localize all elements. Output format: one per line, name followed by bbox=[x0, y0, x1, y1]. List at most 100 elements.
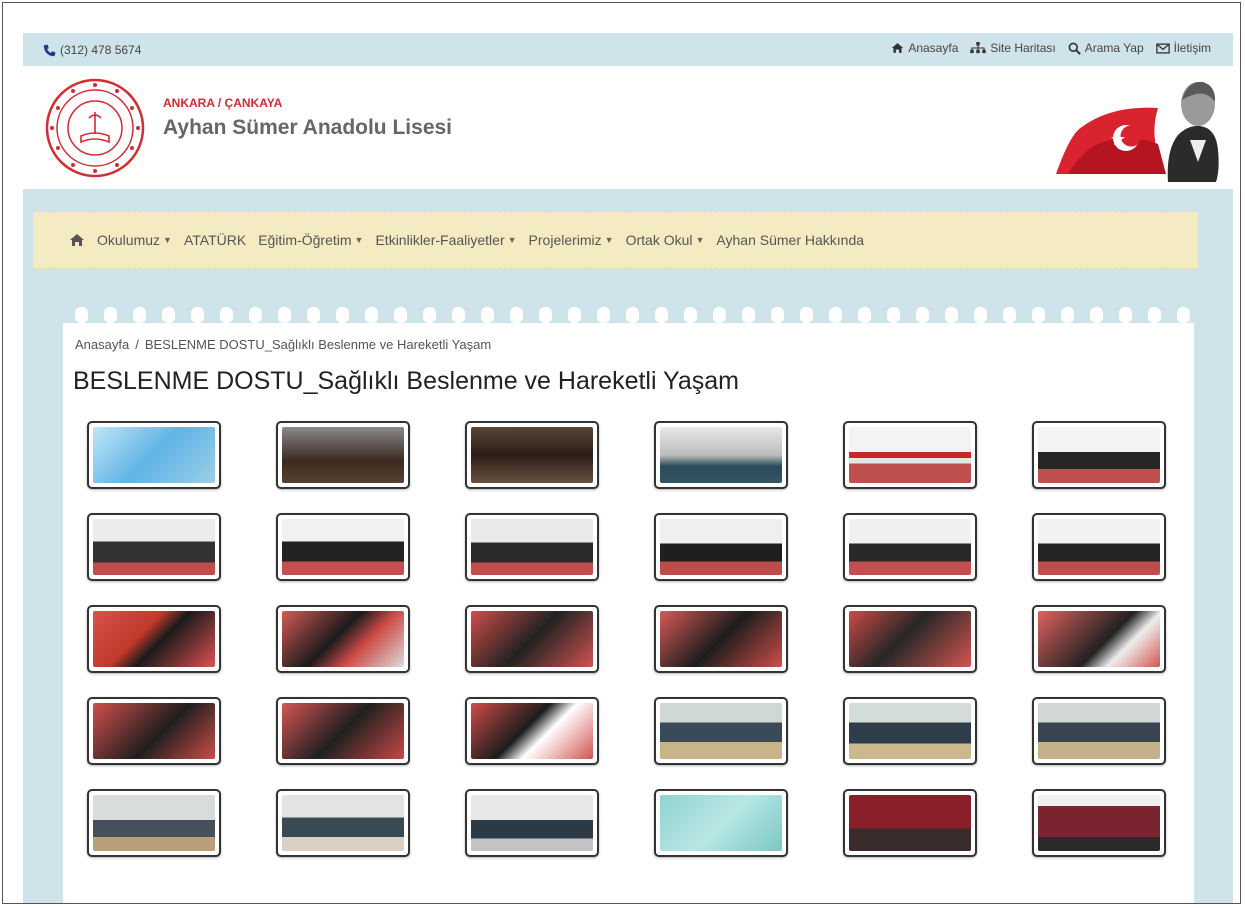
gallery-photo bbox=[1038, 795, 1160, 851]
gallery-thumbnail[interactable] bbox=[276, 789, 410, 857]
phone-number: (312) 478 5674 bbox=[60, 43, 142, 57]
gallery-photo bbox=[282, 795, 404, 851]
nav-item-label: Ortak Okul bbox=[625, 232, 693, 248]
gallery-thumbnail[interactable] bbox=[654, 789, 788, 857]
gallery-thumbnail[interactable] bbox=[87, 513, 221, 581]
gallery-photo bbox=[471, 427, 593, 483]
gallery-thumbnail[interactable] bbox=[87, 697, 221, 765]
top-link-label: Arama Yap bbox=[1084, 41, 1144, 55]
caret-down-icon: ▼ bbox=[604, 235, 614, 245]
nav-items: Okulumuz ▼ ATATÜRK Eğitim-Öğretim ▼ Etki… bbox=[69, 232, 864, 248]
breadcrumb-separator: / bbox=[135, 337, 139, 352]
gallery-photo bbox=[471, 611, 593, 667]
gallery-photo bbox=[282, 703, 404, 759]
gallery-thumbnail[interactable] bbox=[276, 513, 410, 581]
gallery-photo bbox=[1038, 519, 1160, 575]
gallery-photo bbox=[660, 703, 782, 759]
main-nav: Okulumuz ▼ ATATÜRK Eğitim-Öğretim ▼ Etki… bbox=[33, 211, 1198, 269]
gallery-photo bbox=[660, 795, 782, 851]
nav-item-ortak-okul[interactable]: Ortak Okul ▼ bbox=[626, 232, 705, 248]
gallery-thumbnail[interactable] bbox=[276, 697, 410, 765]
meb-logo[interactable] bbox=[45, 78, 145, 178]
notebook-holes-edge bbox=[63, 301, 1194, 323]
top-link-label: İletişim bbox=[1173, 41, 1211, 55]
caret-down-icon: ▼ bbox=[163, 235, 172, 245]
school-city: ANKARA / ÇANKAYA bbox=[163, 96, 283, 110]
nav-item-ayhan-sumer[interactable]: Ayhan Sümer Hakkında bbox=[716, 232, 864, 248]
gallery-thumbnail[interactable] bbox=[843, 605, 977, 673]
gallery-thumbnail[interactable] bbox=[465, 789, 599, 857]
gallery-thumbnail[interactable] bbox=[843, 421, 977, 489]
gallery-thumbnail[interactable] bbox=[1032, 513, 1166, 581]
home-icon bbox=[892, 43, 904, 53]
gallery-thumbnail[interactable] bbox=[465, 421, 599, 489]
school-name[interactable]: Ayhan Sümer Anadolu Lisesi bbox=[163, 116, 452, 140]
gallery-photo bbox=[1038, 611, 1160, 667]
gallery-photo bbox=[282, 611, 404, 667]
gallery-thumbnail[interactable] bbox=[843, 697, 977, 765]
top-links: Anasayfa Site Haritası Arama Yap İletişi… bbox=[891, 41, 1211, 55]
top-link-sitemap[interactable]: Site Haritası bbox=[970, 41, 1056, 55]
gallery-photo bbox=[282, 519, 404, 575]
gallery-thumbnail[interactable] bbox=[654, 697, 788, 765]
gallery-thumbnail[interactable] bbox=[654, 605, 788, 673]
nav-item-ataturk[interactable]: ATATÜRK bbox=[184, 232, 246, 248]
gallery-thumbnail[interactable] bbox=[654, 421, 788, 489]
gallery-thumbnail[interactable] bbox=[87, 789, 221, 857]
gallery-thumbnail[interactable] bbox=[1032, 605, 1166, 673]
gallery-photo bbox=[471, 703, 593, 759]
top-link-contact[interactable]: İletişim bbox=[1155, 41, 1211, 55]
nav-item-label: Eğitim-Öğretim bbox=[258, 232, 352, 248]
gallery-photo bbox=[93, 427, 215, 483]
gallery-thumbnail[interactable] bbox=[843, 789, 977, 857]
gallery-photo bbox=[282, 427, 404, 483]
gallery-thumbnail[interactable] bbox=[465, 697, 599, 765]
nav-item-label: Okulumuz bbox=[97, 232, 161, 248]
gallery-photo bbox=[660, 519, 782, 575]
gallery-thumbnail[interactable] bbox=[465, 605, 599, 673]
gallery-thumbnail[interactable] bbox=[654, 513, 788, 581]
gallery-thumbnail[interactable] bbox=[465, 513, 599, 581]
search-icon bbox=[1068, 42, 1081, 55]
caret-down-icon: ▼ bbox=[354, 235, 364, 245]
gallery-thumbnail[interactable] bbox=[1032, 697, 1166, 765]
nav-item-label: Etkinlikler-Faaliyetler bbox=[375, 232, 505, 248]
gallery-photo bbox=[93, 795, 215, 851]
gallery-thumbnail[interactable] bbox=[1032, 789, 1166, 857]
nav-home[interactable] bbox=[69, 233, 85, 247]
gallery-thumbnail[interactable] bbox=[1032, 421, 1166, 489]
gallery-photo bbox=[849, 519, 971, 575]
breadcrumb-current: BESLENME DOSTU_Sağlıklı Beslenme ve Hare… bbox=[144, 337, 492, 352]
sitemap-icon bbox=[970, 42, 987, 54]
nav-item-egitim-ogretim[interactable]: Eğitim-Öğretim ▼ bbox=[258, 232, 363, 248]
top-link-home[interactable]: Anasayfa bbox=[891, 41, 958, 55]
gallery-photo bbox=[849, 703, 971, 759]
nav-item-okulumuz[interactable]: Okulumuz ▼ bbox=[97, 232, 172, 248]
top-link-label: Anasayfa bbox=[908, 41, 959, 55]
breadcrumb-home[interactable]: Anasayfa bbox=[75, 337, 129, 352]
gallery-thumbnail[interactable] bbox=[276, 605, 410, 673]
gallery-photo bbox=[93, 703, 215, 759]
top-bar: (312) 478 5674 Anasayfa Site Haritası Ar… bbox=[23, 33, 1233, 66]
gallery-photo bbox=[1038, 427, 1160, 483]
gallery-thumbnail[interactable] bbox=[276, 421, 410, 489]
nav-item-label: ATATÜRK bbox=[183, 232, 247, 248]
phone-icon bbox=[43, 44, 56, 56]
envelope-icon bbox=[1155, 42, 1170, 54]
gallery-photo bbox=[849, 611, 971, 667]
gallery-photo bbox=[849, 795, 971, 851]
top-link-label: Site Haritası bbox=[990, 41, 1056, 55]
content-panel: Anasayfa / BESLENME DOSTU_Sağlıklı Besle… bbox=[63, 301, 1194, 903]
gallery-thumbnail[interactable] bbox=[87, 605, 221, 673]
browser-frame: (312) 478 5674 Anasayfa Site Haritası Ar… bbox=[2, 2, 1241, 904]
gallery-thumbnail[interactable] bbox=[87, 421, 221, 489]
top-link-search[interactable]: Arama Yap bbox=[1068, 41, 1144, 55]
gallery-thumbnail[interactable] bbox=[843, 513, 977, 581]
nav-item-etkinlikler[interactable]: Etkinlikler-Faaliyetler ▼ bbox=[375, 232, 516, 248]
caret-down-icon: ▼ bbox=[695, 235, 705, 245]
page-title: BESLENME DOSTU_Sağlıklı Beslenme ve Hare… bbox=[73, 367, 739, 395]
gallery-photo bbox=[471, 519, 593, 575]
page-container: (312) 478 5674 Anasayfa Site Haritası Ar… bbox=[23, 33, 1233, 903]
ataturk-flag-banner bbox=[1056, 81, 1219, 182]
nav-item-projelerimiz[interactable]: Projelerimiz ▼ bbox=[529, 232, 614, 248]
